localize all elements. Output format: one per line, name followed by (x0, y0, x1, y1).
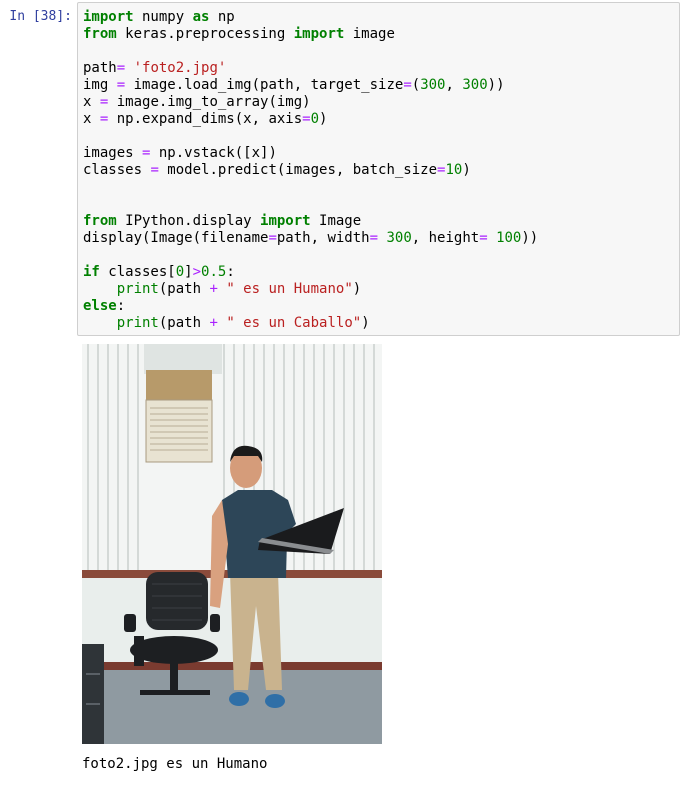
code-token: : (226, 264, 235, 280)
code-token: = (268, 230, 277, 246)
code-token: ) (319, 111, 328, 127)
code-token: = (116, 60, 126, 76)
code-token: np (209, 9, 235, 25)
code-token: )) (487, 77, 505, 93)
code-token: + (209, 315, 218, 331)
code-token: as (192, 9, 210, 25)
code-token: ) (361, 315, 370, 331)
code-token: 10 (445, 162, 463, 178)
baseboard (82, 662, 382, 670)
code-token: 0 (175, 264, 185, 280)
code-token: if (83, 264, 100, 280)
filing-cabinet (82, 644, 104, 744)
code-token: ) (352, 281, 362, 297)
code-token: image.load_img(path, target_size (125, 77, 404, 93)
code-token: = (479, 230, 488, 246)
code-token: 300 (420, 77, 446, 93)
code-line: print(path + " es un Humano") (83, 281, 538, 298)
code-token: np.expand_dims(x, axis (108, 111, 303, 127)
code-token: ] (184, 264, 193, 280)
code-token: )) (521, 230, 539, 246)
code-token: from (83, 213, 117, 229)
code-line: from IPython.display import Image (83, 213, 538, 230)
code-token: (path (158, 315, 210, 331)
code-line: if classes[0]>0.5: (83, 264, 538, 281)
code-token: 'foto2.jpg' (133, 60, 227, 76)
code-token: import (83, 9, 134, 25)
code-line: img = image.load_img(path, target_size=(… (83, 77, 538, 94)
code-token: import (260, 213, 311, 229)
code-token: path, width (276, 230, 370, 246)
code-token: print (116, 315, 159, 331)
code-token: " es un Caballo" (226, 315, 362, 331)
photo-man-with-laptop-and-chair (82, 344, 382, 744)
code-token: : (116, 298, 126, 314)
code-token: display(Image(filename (83, 230, 269, 246)
code-token: IPython.display (116, 213, 261, 229)
air-conditioner (145, 370, 213, 463)
code-token: > (192, 264, 202, 280)
code-token: classes (83, 162, 151, 178)
code-token: numpy (133, 9, 193, 25)
code-token: + (209, 281, 218, 297)
code-line: path= 'foto2.jpg' (83, 60, 538, 77)
code-token: 100 (496, 230, 522, 246)
code-editor[interactable]: import numpy as np from keras.preprocessi… (77, 2, 680, 336)
code-line: x = np.expand_dims(x, axis=0) (83, 111, 538, 128)
code-token: image (344, 26, 395, 42)
code-token: = (403, 77, 412, 93)
code-token: image.img_to_array(img) (108, 94, 311, 110)
code-token: (path (158, 281, 210, 297)
code-token: model.predict(images, batch_size (158, 162, 438, 178)
code-token: = (116, 77, 126, 93)
input-prompt: In [38]: (9, 9, 72, 24)
code-line: from keras.preprocessing import image (83, 26, 538, 43)
floor (82, 670, 382, 744)
code-line: images = np.vstack([x]) (83, 145, 538, 162)
code-token: else (83, 298, 117, 314)
code-token: path (83, 60, 117, 76)
code-token: ) (462, 162, 471, 178)
code-content[interactable]: import numpy as np from keras.preprocessi… (83, 9, 538, 332)
code-token: ( (411, 77, 421, 93)
stdout-text: foto2.jpg es un Humano (82, 756, 268, 772)
code-token: " es un Humano" (226, 281, 353, 297)
code-token: 300 (386, 230, 412, 246)
code-token: 0 (310, 111, 320, 127)
code-line: import numpy as np (83, 9, 538, 26)
code-token: np.vstack([x]) (150, 145, 277, 161)
code-token: x (83, 111, 100, 127)
code-line: else: (83, 298, 538, 315)
code-token: print (116, 281, 159, 297)
code-token: x (83, 94, 100, 110)
code-line: x = image.img_to_array(img) (83, 94, 538, 111)
code-token: images (83, 145, 143, 161)
output-image (82, 344, 382, 744)
code-line: print(path + " es un Caballo") (83, 315, 538, 332)
code-token: 300 (462, 77, 488, 93)
code-token: 0.5 (201, 264, 227, 280)
code-token: classes[ (99, 264, 176, 280)
code-line: display(Image(filename=path, width= 300,… (83, 230, 538, 247)
code-token: keras.preprocessing (116, 26, 294, 42)
code-token: = (150, 162, 159, 178)
code-token: = (302, 111, 311, 127)
code-token: , height (411, 230, 480, 246)
code-token: , (445, 77, 463, 93)
code-token: Image (310, 213, 362, 229)
code-token: import (293, 26, 345, 42)
code-token: img (83, 77, 117, 93)
code-token: from (83, 26, 117, 42)
code-line: classes = model.predict(images, batch_si… (83, 162, 538, 179)
code-token: = (369, 230, 379, 246)
